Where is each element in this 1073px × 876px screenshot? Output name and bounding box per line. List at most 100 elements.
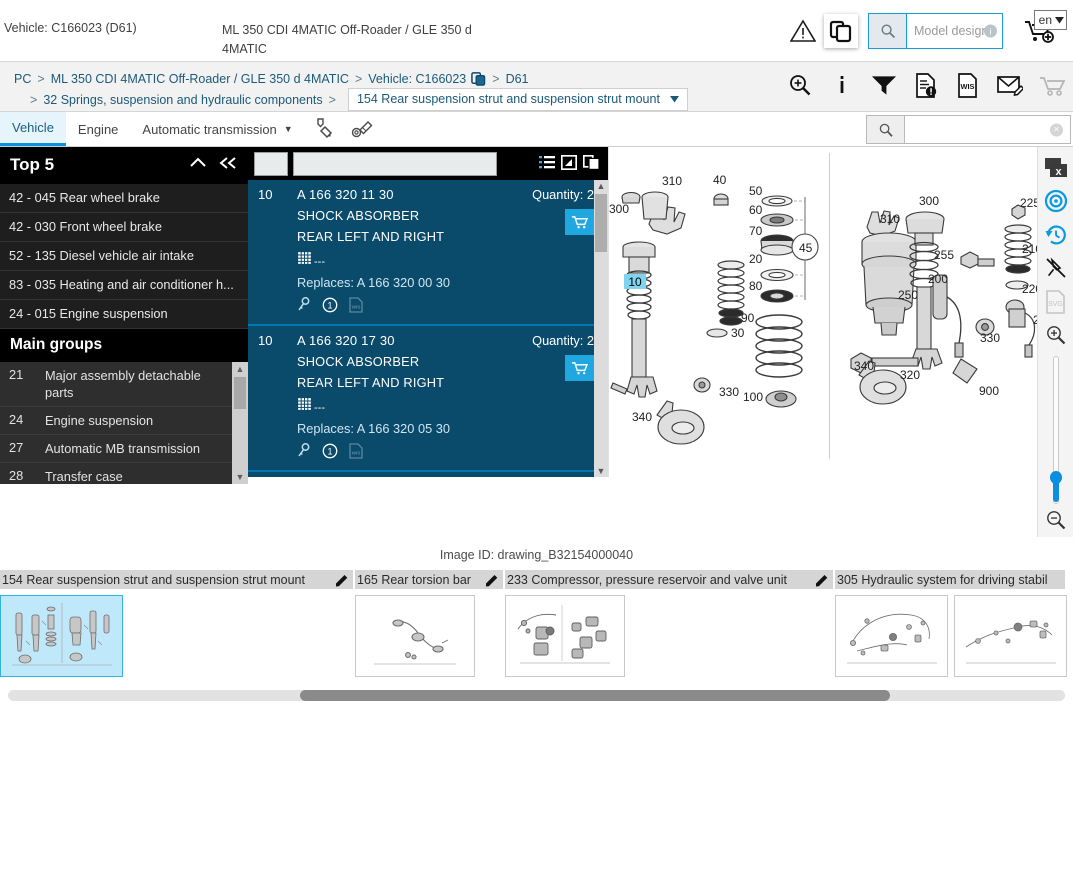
thumbnail-image[interactable] (954, 595, 1067, 677)
part-replaces: Replaces: A 166 320 00 30 (297, 275, 450, 290)
mail-edit-icon[interactable] (997, 70, 1023, 100)
main-group-row[interactable]: 28 Transfer case (0, 463, 248, 484)
clear-icon[interactable]: × (1050, 123, 1063, 136)
cart-icon[interactable] (1039, 70, 1065, 100)
main-group-row[interactable]: 24 Engine suspension (0, 407, 248, 435)
search-icon[interactable] (869, 14, 907, 48)
thumbnail-image[interactable] (835, 595, 948, 677)
breadcrumb-item-vehicle[interactable]: Vehicle: C166023 (368, 72, 466, 86)
top5-item[interactable]: 83 - 035 Heating and air conditioner h..… (0, 271, 248, 300)
thumbnail-image[interactable] (0, 595, 123, 677)
svg-text:330: 330 (719, 385, 739, 399)
search-box[interactable]: × (866, 115, 1071, 144)
parts-scrollbar[interactable]: ▲ ▼ (594, 180, 608, 477)
top5-item[interactable]: 52 - 135 Diesel vehicle air intake (0, 242, 248, 271)
breadcrumb-current-dropdown[interactable]: 154 Rear suspension strut and suspension… (347, 88, 688, 111)
list-view-icon[interactable] (539, 155, 555, 173)
table-grid-icon[interactable] (297, 251, 312, 268)
exploded-parts-diagram[interactable]: 310 300 40 20 30 330 340 50 60 70 45 80 … (609, 147, 1039, 477)
thumbnail-title[interactable]: 305 Hydraulic system for driving stabil (835, 570, 1067, 589)
svg-text:255: 255 (934, 248, 954, 262)
add-to-cart-icon[interactable] (565, 209, 594, 235)
breadcrumb-copy-icon[interactable] (471, 71, 486, 86)
svg-text:30: 30 (731, 326, 745, 340)
collapse-double-chevron-left-icon[interactable] (218, 155, 238, 175)
unpin-icon[interactable] (1041, 251, 1071, 284)
zoom-in-icon[interactable] (1041, 318, 1071, 351)
document-alert-icon[interactable] (913, 70, 939, 100)
svg-text:20: 20 (749, 252, 763, 266)
main-groups-scrollbar[interactable]: ▲ ▼ (232, 362, 248, 484)
breadcrumb-item-d61[interactable]: D61 (506, 72, 529, 86)
parts-search-input[interactable] (293, 151, 497, 176)
top5-list: 42 - 045 Rear wheel brake 42 - 030 Front… (0, 184, 248, 329)
scroll-up-icon[interactable]: ▲ (597, 180, 606, 192)
zoom-in-icon[interactable] (787, 70, 813, 100)
breadcrumb-item-pc[interactable]: PC (14, 72, 31, 86)
scroll-up-icon[interactable]: ▲ (236, 362, 245, 376)
key-icon[interactable] (297, 443, 311, 462)
thumbnail-title[interactable]: 165 Rear torsion bar (355, 570, 505, 589)
parts-filter-button[interactable] (254, 151, 288, 176)
breadcrumb-item-model[interactable]: ML 350 CDI 4MATIC Off-Roader / GLE 350 d… (51, 72, 349, 86)
top5-item[interactable]: 42 - 045 Rear wheel brake (0, 184, 248, 213)
target-focus-icon[interactable] (1041, 184, 1071, 217)
part-quantity: Quantity: 2 (532, 187, 594, 202)
add-to-cart-icon[interactable] (565, 355, 594, 381)
zoom-slider-handle[interactable] (1049, 470, 1062, 484)
scrollbar-thumb[interactable] (234, 377, 246, 409)
scroll-down-icon[interactable]: ▼ (597, 465, 606, 477)
wis-document-icon[interactable]: WIS (955, 70, 981, 100)
filter-funnel-icon[interactable] (871, 70, 897, 100)
thumbnail-title[interactable]: 154 Rear suspension strut and suspension… (0, 570, 355, 589)
tab-vehicle[interactable]: Vehicle (0, 112, 66, 146)
edit-icon[interactable] (335, 573, 349, 587)
search-icon[interactable] (867, 116, 905, 143)
footnote-1-icon[interactable]: 1 (322, 443, 338, 462)
main-group-row[interactable]: 27 Automatic MB transmission (0, 435, 248, 463)
model-design-search[interactable]: Model design i (868, 13, 1003, 49)
svg-text:WIS: WIS (352, 305, 361, 310)
copy-icon[interactable] (824, 14, 858, 48)
top5-item[interactable]: 24 - 015 Engine suspension (0, 300, 248, 329)
paint-tag-icon[interactable] (305, 112, 343, 146)
scrollbar-thumb[interactable] (300, 690, 890, 701)
thumbnail-image[interactable] (355, 595, 475, 677)
bolt-parts-icon[interactable] (343, 112, 381, 146)
part-list-item[interactable]: 10 A 166 320 11 30 Quantity: 2 SHOCK ABS… (248, 180, 608, 326)
scrollbar-thumb[interactable] (595, 194, 607, 252)
zoom-out-icon[interactable] (1041, 504, 1071, 537)
tab-engine[interactable]: Engine (66, 112, 130, 146)
language-select[interactable]: en (1033, 10, 1067, 30)
footnote-1-icon[interactable]: 1 (322, 297, 338, 316)
info-icon[interactable] (829, 70, 855, 100)
expand-icon[interactable] (560, 154, 578, 173)
drawing-viewer[interactable]: 310 300 40 20 30 330 340 50 60 70 45 80 … (608, 147, 1073, 537)
duplicate-icon[interactable] (582, 154, 600, 173)
thumbnail-scrollbar[interactable] (8, 690, 1065, 701)
scroll-down-icon[interactable]: ▼ (236, 470, 245, 484)
collapse-chevron-up-icon[interactable] (189, 155, 207, 175)
part-list-item[interactable]: 10 A 166 320 17 30 Quantity: 2 SHOCK ABS… (248, 326, 608, 472)
key-icon[interactable] (297, 297, 311, 316)
edit-icon[interactable] (485, 573, 499, 587)
edit-icon[interactable] (815, 573, 829, 587)
thumbnail-image[interactable] (505, 595, 625, 677)
close-window-icon[interactable]: x (1041, 151, 1071, 184)
zoom-slider[interactable] (1049, 355, 1063, 504)
warning-triangle-icon[interactable] (788, 16, 818, 46)
breadcrumb-item-group-32[interactable]: 32 Springs, suspension and hydraulic com… (43, 93, 322, 107)
vehicle-description-label: ML 350 CDI 4MATIC Off-Roader / GLE 350 d… (222, 23, 472, 56)
info-badge-icon[interactable]: i (984, 24, 997, 38)
part-name: SHOCK ABSORBER (297, 208, 420, 223)
top5-item[interactable]: 42 - 030 Front wheel brake (0, 213, 248, 242)
main-group-row[interactable]: 21 Major assembly detachable parts (0, 362, 248, 407)
main-group-number: 28 (9, 468, 24, 483)
thumbnail-group: 305 Hydraulic system for driving stabil (835, 570, 1067, 685)
model-design-input[interactable]: Model design i (907, 14, 1002, 48)
table-grid-icon[interactable] (297, 397, 312, 414)
tab-automatic-transmission[interactable]: Automatic transmission ▼ (130, 112, 304, 146)
history-reset-icon[interactable] (1041, 218, 1071, 251)
thumbnail-title[interactable]: 233 Compressor, pressure reservoir and v… (505, 570, 835, 589)
search-input[interactable]: × (905, 116, 1070, 143)
